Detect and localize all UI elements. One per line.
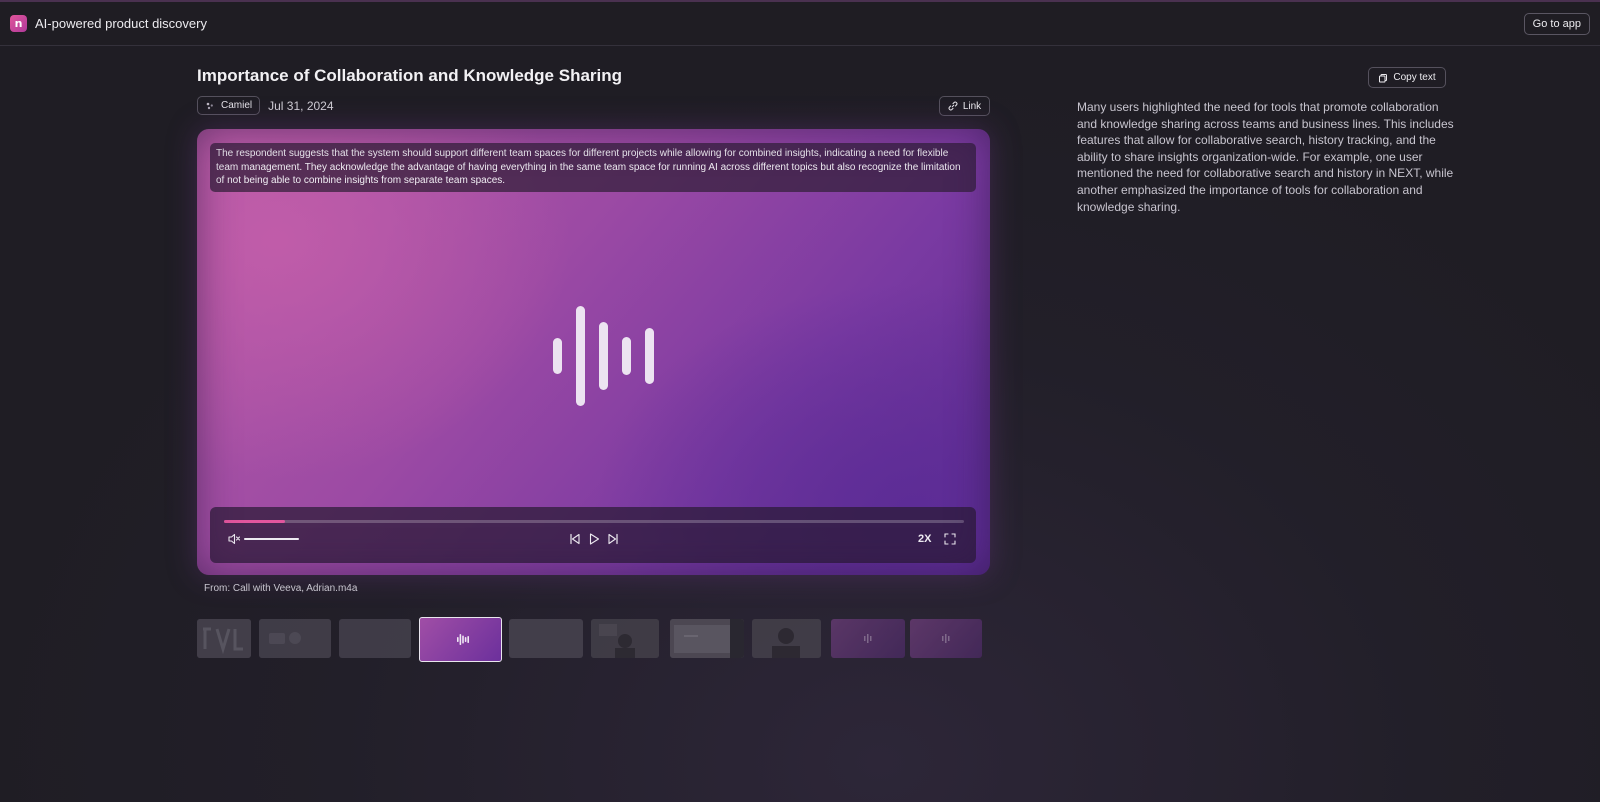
- author-avatar-icon: [206, 102, 213, 109]
- thumbnail-preview-icon: [259, 619, 331, 658]
- thumbnail-active[interactable]: [419, 617, 502, 662]
- author-chip[interactable]: Camiel: [197, 96, 261, 115]
- playback-speed-button[interactable]: 2X: [918, 533, 931, 545]
- fullscreen-icon: [944, 533, 956, 545]
- insight-date: Jul 31, 2024: [268, 98, 334, 113]
- progress-bar[interactable]: [224, 520, 964, 523]
- author-name: Camiel: [221, 100, 253, 111]
- thumbnail-preview-icon: [752, 619, 821, 658]
- play-button[interactable]: [587, 532, 601, 546]
- insight-summary: Many users highlighted the need for tool…: [1077, 100, 1454, 214]
- thumbnail[interactable]: [752, 619, 821, 658]
- previous-button[interactable]: [568, 532, 582, 546]
- thumbnail[interactable]: [591, 619, 659, 658]
- thumbnail-preview-icon: [670, 619, 744, 658]
- brand-logo-icon: n: [10, 15, 27, 32]
- thumbnail[interactable]: [831, 619, 905, 658]
- audio-waveform-icon: [864, 634, 872, 643]
- next-button[interactable]: [606, 532, 620, 546]
- thumbnail[interactable]: [197, 619, 251, 658]
- thumbnail-preview-icon: [591, 619, 659, 658]
- source-label: From: Call with Veeva, Adrian.m4a: [204, 583, 358, 594]
- link-label: Link: [962, 100, 982, 112]
- fullscreen-button[interactable]: [943, 532, 957, 546]
- progress-fill: [224, 520, 286, 523]
- skip-back-icon: [570, 533, 580, 545]
- volume-slider[interactable]: [244, 538, 299, 540]
- audio-waveform-icon: [553, 306, 654, 406]
- thumbnail[interactable]: [339, 619, 411, 658]
- link-icon: [948, 101, 958, 111]
- volume-mute-icon: [228, 533, 241, 545]
- thumbnail-preview-icon: [197, 619, 251, 658]
- thumbnail[interactable]: [259, 619, 331, 658]
- volume-fill: [244, 538, 299, 540]
- copy-icon: [1379, 73, 1388, 82]
- thumbnail[interactable]: [910, 619, 982, 658]
- media-player[interactable]: The respondent suggests that the system …: [197, 129, 990, 575]
- brand: n AI-powered product discovery: [10, 15, 207, 32]
- mute-button[interactable]: [227, 532, 241, 546]
- insight-meta: Camiel Jul 31, 2024: [197, 96, 334, 115]
- transcript-caption: The respondent suggests that the system …: [210, 143, 976, 192]
- insight-title: Importance of Collaboration and Knowledg…: [197, 66, 623, 85]
- link-button[interactable]: Link: [939, 96, 990, 116]
- go-to-app-button[interactable]: Go to app: [1523, 12, 1590, 35]
- audio-waveform-icon: [942, 634, 950, 643]
- thumbnail[interactable]: [509, 619, 583, 658]
- play-icon: [589, 533, 600, 545]
- top-bar: n AI-powered product discovery Go to app: [0, 0, 1600, 46]
- skip-forward-icon: [608, 533, 618, 545]
- copy-text-button[interactable]: Copy text: [1368, 67, 1446, 88]
- audio-waveform-icon: [457, 634, 469, 645]
- player-controls: 2X: [210, 507, 976, 563]
- brand-name: AI-powered product discovery: [35, 16, 207, 31]
- thumbnail-strip: [197, 617, 987, 663]
- thumbnail[interactable]: [670, 619, 744, 658]
- copy-text-label: Copy text: [1393, 72, 1436, 83]
